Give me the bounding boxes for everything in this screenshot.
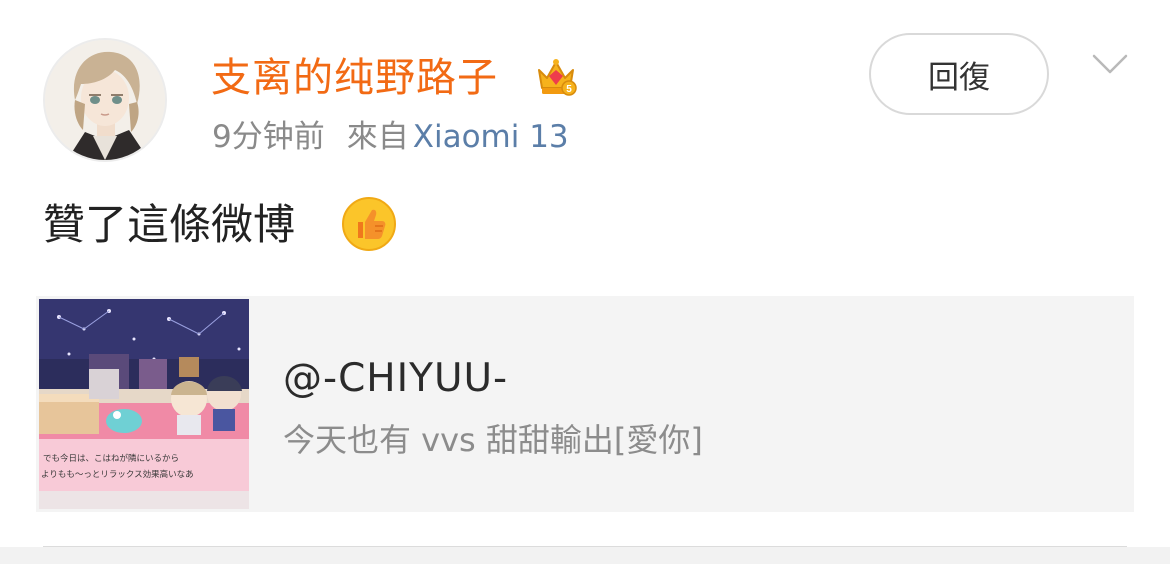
shared-post-card[interactable]: でも今日は、こはねが隣にいるから よりもも〜っとリラックス効果高いなあ @-CH… [36, 296, 1134, 512]
source-label: 來自 [346, 119, 409, 155]
crown-vip-icon[interactable]: 5 [533, 54, 579, 100]
avatar[interactable] [43, 38, 167, 162]
thumbnail-caption-2: よりもも〜っとリラックス効果高いなあ [41, 469, 194, 480]
thumbs-up-emoji-icon [341, 196, 397, 252]
thumbnail-caption-1: でも今日は、こはねが隣にいるから [43, 453, 179, 464]
card-author-handle[interactable]: @-CHIYUU- [283, 354, 508, 404]
post-text: 贊了這條微博 [43, 200, 296, 249]
post-meta: 9分钟前 來自 Xiaomi 13 [212, 116, 569, 158]
chevron-down-icon[interactable] [1090, 50, 1130, 78]
bottom-separator [0, 547, 1170, 564]
svg-text:5: 5 [566, 84, 572, 95]
reply-button[interactable]: 回復 [869, 33, 1049, 115]
source-device[interactable]: Xiaomi 13 [413, 119, 569, 155]
post-time: 9分钟前 [212, 119, 325, 155]
username[interactable]: 支离的纯野路子 [211, 52, 498, 104]
card-thumbnail: でも今日は、こはねが隣にいるから よりもも〜っとリラックス効果高いなあ [39, 299, 249, 509]
card-description: 今天也有 vvs 甜甜輸出[愛你] [283, 421, 703, 459]
anime-avatar-image [45, 40, 165, 160]
